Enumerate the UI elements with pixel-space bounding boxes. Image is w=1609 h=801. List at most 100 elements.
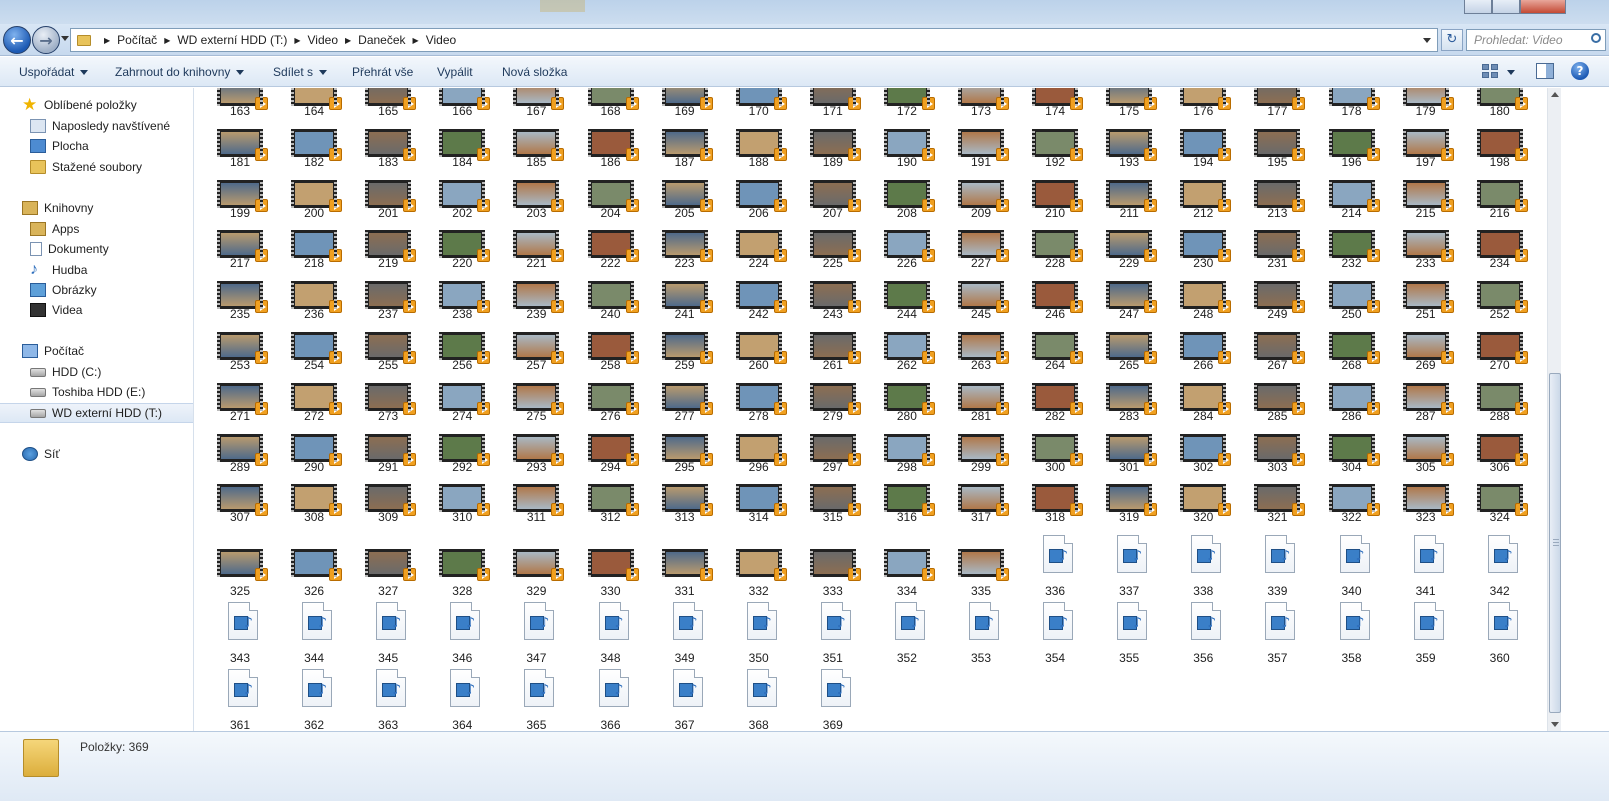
file-item[interactable]: 329: [501, 535, 571, 601]
forward-button[interactable]: →: [32, 26, 60, 54]
file-name: 308: [304, 510, 325, 525]
file-item[interactable]: 327: [353, 535, 423, 601]
address-history-dropdown[interactable]: [1423, 38, 1431, 43]
breadcrumb-video-current[interactable]: Video: [426, 33, 456, 47]
scrollbar-thumb[interactable]: [1549, 373, 1561, 713]
nav-music[interactable]: ♪ Hudba: [0, 260, 193, 280]
file-item[interactable]: ♪ 341: [1391, 535, 1461, 601]
file-item[interactable]: ♪ 339: [1242, 535, 1312, 601]
scroll-up-arrow-icon[interactable]: [1551, 92, 1559, 97]
close-button[interactable]: [1520, 0, 1566, 14]
include-in-library-button[interactable]: Zahrnout do knihovny: [115, 65, 245, 79]
share-with-button[interactable]: Sdílet s: [273, 65, 328, 79]
breadcrumb-separator-icon[interactable]: ▶: [413, 36, 419, 45]
file-item[interactable]: 333: [798, 535, 868, 601]
file-item[interactable]: ♪ 362: [279, 669, 349, 731]
organize-button[interactable]: Uspořádat: [19, 65, 89, 79]
preview-pane-icon[interactable]: [1536, 63, 1554, 79]
address-bar[interactable]: ▶ Počítač ▶ WD externí HDD (T:) ▶ Video …: [70, 28, 1438, 52]
breadcrumb-danecek[interactable]: Daneček: [358, 33, 405, 47]
back-button[interactable]: ←: [3, 26, 31, 54]
nav-desktop[interactable]: Plocha: [0, 136, 193, 156]
file-item[interactable]: 332: [724, 535, 794, 601]
file-item[interactable]: ♪ 354: [1020, 602, 1090, 668]
file-item[interactable]: ♪ 351: [798, 602, 868, 668]
file-item[interactable]: ♪ 365: [501, 669, 571, 731]
file-item[interactable]: ♪ 355: [1094, 602, 1164, 668]
breadcrumb-drive[interactable]: WD externí HDD (T:): [177, 33, 287, 47]
file-item[interactable]: ♪ 347: [501, 602, 571, 668]
scroll-down-arrow-icon[interactable]: [1551, 722, 1559, 727]
file-item[interactable]: ♪ 367: [650, 669, 720, 731]
nav-libraries[interactable]: Knihovny: [0, 198, 193, 218]
file-item[interactable]: ♪ 357: [1242, 602, 1312, 668]
file-item[interactable]: ♪ 361: [205, 669, 275, 731]
file-item[interactable]: ♪ 336: [1020, 535, 1090, 601]
nav-drive-c[interactable]: HDD (C:): [0, 362, 193, 382]
file-item[interactable]: ♪ 366: [576, 669, 646, 731]
nav-pictures[interactable]: Obrázky: [0, 280, 193, 300]
file-item[interactable]: ♪ 356: [1168, 602, 1238, 668]
file-item[interactable]: ♪ 369: [798, 669, 868, 731]
nav-computer[interactable]: Počítač: [0, 341, 193, 361]
help-icon[interactable]: ?: [1571, 62, 1589, 80]
breadcrumb-separator-icon[interactable]: ▶: [104, 36, 110, 45]
file-item[interactable]: ♪ 359: [1391, 602, 1461, 668]
search-input[interactable]: Prohledat: Video: [1466, 29, 1606, 51]
new-folder-button[interactable]: Nová složka: [502, 65, 567, 79]
file-item[interactable]: ♪ 346: [427, 602, 497, 668]
recent-pages-dropdown[interactable]: [61, 36, 69, 41]
video-thumbnail-icon: [1402, 433, 1454, 466]
breadcrumb-separator-icon[interactable]: ▶: [294, 36, 300, 45]
breadcrumb-computer[interactable]: Počítač: [117, 33, 157, 47]
file-item[interactable]: ♪ 348: [576, 602, 646, 668]
file-item[interactable]: ♪ 358: [1317, 602, 1387, 668]
nav-documents[interactable]: Dokumenty: [0, 239, 193, 259]
video-thumbnail-icon: [439, 230, 491, 263]
change-view-icon[interactable]: [1482, 64, 1498, 78]
play-all-button[interactable]: Přehrát vše: [352, 65, 413, 79]
file-item[interactable]: 331: [650, 535, 720, 601]
nav-drive-e[interactable]: Toshiba HDD (E:): [0, 382, 193, 402]
nav-apps[interactable]: Apps: [0, 219, 193, 239]
file-item[interactable]: ♪ 342: [1465, 535, 1535, 601]
file-item[interactable]: ♪ 344: [279, 602, 349, 668]
breadcrumb-separator-icon[interactable]: ▶: [345, 36, 351, 45]
file-item[interactable]: 335: [946, 535, 1016, 601]
file-item[interactable]: ♪ 363: [353, 669, 423, 731]
file-item[interactable]: 330: [576, 535, 646, 601]
maximize-button[interactable]: [1492, 0, 1520, 14]
video-thumbnail-icon: [1476, 281, 1528, 314]
nav-downloads[interactable]: Stažené soubory: [0, 157, 193, 177]
nav-drive-t[interactable]: WD externí HDD (T:): [0, 403, 193, 423]
file-item[interactable]: ♪ 353: [946, 602, 1016, 668]
refresh-button[interactable]: ↻: [1441, 29, 1463, 51]
minimize-button[interactable]: [1464, 0, 1492, 14]
breadcrumb-video[interactable]: Video: [308, 33, 338, 47]
file-item[interactable]: ♪ 337: [1094, 535, 1164, 601]
file-item[interactable]: 334: [872, 535, 942, 601]
nav-recent-places[interactable]: Naposledy navštívené: [0, 116, 193, 136]
burn-button[interactable]: Vypálit: [437, 65, 473, 79]
vertical-scrollbar[interactable]: [1547, 88, 1561, 731]
file-item[interactable]: ♪ 338: [1168, 535, 1238, 601]
file-list[interactable]: 163 164 165 166 167 168 169 170 171 172 173 174 175 1…: [195, 88, 1547, 731]
file-item[interactable]: ♪ 360: [1465, 602, 1535, 668]
file-item[interactable]: ♪ 343: [205, 602, 275, 668]
file-item[interactable]: ♪ 364: [427, 669, 497, 731]
nav-videos[interactable]: Videa: [0, 300, 193, 320]
file-item[interactable]: ♪ 352: [872, 602, 942, 668]
file-item[interactable]: ♪ 340: [1317, 535, 1387, 601]
nav-favorites[interactable]: ★ Oblíbené položky: [0, 95, 193, 115]
file-item[interactable]: ♪ 349: [650, 602, 720, 668]
nav-network[interactable]: Síť: [0, 444, 193, 464]
file-item[interactable]: ♪ 345: [353, 602, 423, 668]
breadcrumb-separator-icon[interactable]: ▶: [164, 36, 170, 45]
file-item[interactable]: ♪ 368: [724, 669, 794, 731]
video-thumbnail-icon: [439, 128, 491, 161]
file-item[interactable]: ♪ 350: [724, 602, 794, 668]
file-item[interactable]: 325: [205, 535, 275, 601]
file-item[interactable]: 326: [279, 535, 349, 601]
view-options-dropdown[interactable]: [1507, 70, 1515, 75]
file-item[interactable]: 328: [427, 535, 497, 601]
